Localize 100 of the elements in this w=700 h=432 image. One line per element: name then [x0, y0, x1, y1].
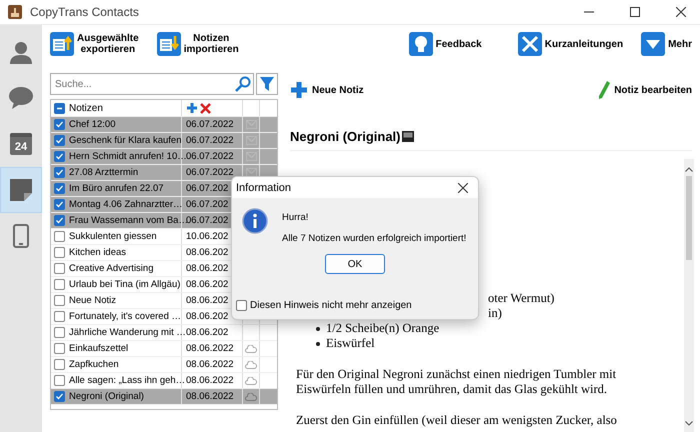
- toolbar-button[interactable]: Feedback: [408, 32, 482, 56]
- note-date: 08.06.2022: [186, 375, 234, 386]
- lightbulb-icon: [408, 32, 433, 56]
- note-title[interactable]: Creative Advertising: [69, 263, 154, 274]
- checkbox[interactable]: [54, 231, 65, 242]
- checkbox[interactable]: [54, 375, 65, 386]
- column-header: Notizen: [69, 102, 103, 114]
- checkbox[interactable]: [54, 199, 65, 210]
- scroll-thumb[interactable]: [686, 176, 692, 260]
- checkbox-label[interactable]: Diesen Hinweis nicht mehr anzeigen: [250, 300, 412, 311]
- toolbar-button[interactable]: Ausgewählte exportieren: [50, 32, 139, 56]
- ingredient-item: 1/2 Scheibe(n) Orange: [326, 321, 440, 336]
- note-title[interactable]: Sukkulenten giessen: [69, 231, 157, 242]
- note-date: 08.06.2022: [186, 391, 234, 402]
- checkbox[interactable]: [54, 295, 65, 306]
- app-icon: [8, 5, 22, 19]
- checkbox[interactable]: [54, 311, 65, 322]
- note-date: 08.06.202: [186, 295, 228, 306]
- cloud-icon: [245, 392, 257, 400]
- maximize-icon[interactable]: [630, 7, 640, 17]
- person-icon: [9, 40, 33, 64]
- note-date: 06.07.202: [186, 215, 228, 226]
- note-date: 08.06.2022: [186, 359, 234, 370]
- checkbox[interactable]: [236, 300, 247, 311]
- note-date: 06.07.202: [186, 183, 228, 194]
- checkbox[interactable]: [54, 167, 65, 178]
- note-title[interactable]: Jährliche Wanderung mit …: [69, 327, 186, 338]
- note-title[interactable]: Fortunately, it's covered …: [69, 311, 181, 322]
- tools-icon: [518, 32, 542, 56]
- calendar-icon: 24: [10, 133, 32, 155]
- new-note-button[interactable]: Neue Notiz: [290, 81, 364, 99]
- scroll-down-icon[interactable]: [685, 421, 693, 426]
- note-title[interactable]: Alle sagen: „Lass ihn geh…: [69, 375, 186, 386]
- note-date: 08.06.2022: [186, 343, 234, 354]
- checkbox[interactable]: [54, 183, 65, 194]
- note-date: 06.07.2022: [186, 167, 234, 178]
- note-title[interactable]: 27.08 Arzttermin: [69, 167, 138, 178]
- checkbox[interactable]: [54, 327, 65, 338]
- scroll-up-icon[interactable]: [685, 167, 693, 172]
- filter-button[interactable]: [256, 73, 278, 95]
- checkbox[interactable]: [54, 119, 65, 130]
- note-title[interactable]: Negroni (Original): [69, 391, 144, 402]
- toolbar-button[interactable]: Mehr: [641, 32, 692, 56]
- dialog-message: Alle 7 Notizen wurden erfolgreich importiert!: [282, 233, 466, 244]
- delete-icon[interactable]: [200, 102, 211, 114]
- checkbox[interactable]: [54, 279, 65, 290]
- pencil-icon: [598, 81, 610, 99]
- close-icon[interactable]: [458, 182, 468, 192]
- note-title[interactable]: Zapfkuchen: [69, 359, 119, 370]
- search-field[interactable]: Suche...: [50, 73, 254, 95]
- checkbox[interactable]: [54, 263, 65, 274]
- cloud-icon: [245, 360, 257, 368]
- bullet-icon: [316, 326, 320, 330]
- window-title: CopyTrans Contacts: [30, 5, 139, 19]
- note-title[interactable]: Einkaufszettel: [69, 343, 128, 354]
- note-date: 06.07.2022: [186, 119, 234, 130]
- note-title[interactable]: Im Büro anrufen 22.07: [69, 183, 164, 194]
- add-icon[interactable]: [186, 102, 198, 114]
- close-icon[interactable]: [676, 7, 686, 17]
- checkbox[interactable]: [54, 359, 65, 370]
- note-title[interactable]: Frau Wassemann vom Ba…: [69, 215, 188, 226]
- toolbar-button[interactable]: Notizen importieren: [156, 32, 239, 56]
- note-title[interactable]: Kitchen ideas: [69, 247, 126, 258]
- dialog-title: Information: [236, 182, 292, 194]
- note-icon: [10, 179, 32, 201]
- note-date: 08.06.202: [186, 279, 228, 290]
- note-title[interactable]: Montag 4.06 Zahnarztter…: [69, 199, 183, 210]
- note-title[interactable]: Neue Notiz: [69, 295, 116, 306]
- nav-item[interactable]: [0, 167, 42, 213]
- note-date: 08.06.202: [186, 311, 228, 322]
- note-date: 06.07.202: [186, 199, 228, 210]
- recipe-text: oter Wermut): [488, 291, 556, 306]
- dialog-heading: Hurra!: [282, 212, 310, 223]
- checkbox[interactable]: [54, 391, 65, 402]
- note-date: 08.06.202: [186, 247, 228, 258]
- info-icon: [242, 208, 268, 234]
- speech-bubble-icon: [9, 87, 33, 109]
- search-icon: [235, 76, 251, 92]
- toolbar-button[interactable]: Kurzanleitungen: [518, 32, 624, 56]
- nav-item[interactable]: 24: [0, 121, 42, 167]
- collapse-icon[interactable]: [54, 102, 65, 114]
- checkbox[interactable]: [54, 151, 65, 162]
- checkbox[interactable]: [54, 135, 65, 146]
- note-title[interactable]: Chef 12:00: [69, 119, 116, 130]
- phone-icon: [13, 224, 29, 248]
- image-icon: [402, 131, 414, 142]
- note-title[interactable]: Hern Schmidt anrufen! 10…: [69, 151, 187, 162]
- scrollbar[interactable]: [684, 159, 694, 432]
- edit-note-button[interactable]: Notiz bearbeiten: [598, 81, 692, 99]
- checkbox[interactable]: [54, 247, 65, 258]
- recipe-paragraph: Für den Original Negroni zunächst einen niedrigen Tumbler mit Eiswürfeln füllen und umrühren, damit das Glas gekühlt wird.: [296, 367, 618, 397]
- note-title[interactable]: Geschenk für Klara kaufen: [69, 135, 182, 146]
- note-date: 08.06.202: [186, 327, 228, 338]
- plus-icon: [290, 81, 308, 99]
- checkbox[interactable]: [54, 215, 65, 226]
- checkbox[interactable]: [54, 343, 65, 354]
- note-date: 08.06.202: [186, 263, 228, 274]
- note-title[interactable]: Urlaub bei Tina (im Allgäu): [69, 279, 180, 290]
- ok-button[interactable]: OK: [325, 254, 385, 274]
- dropdown-icon: [641, 32, 666, 56]
